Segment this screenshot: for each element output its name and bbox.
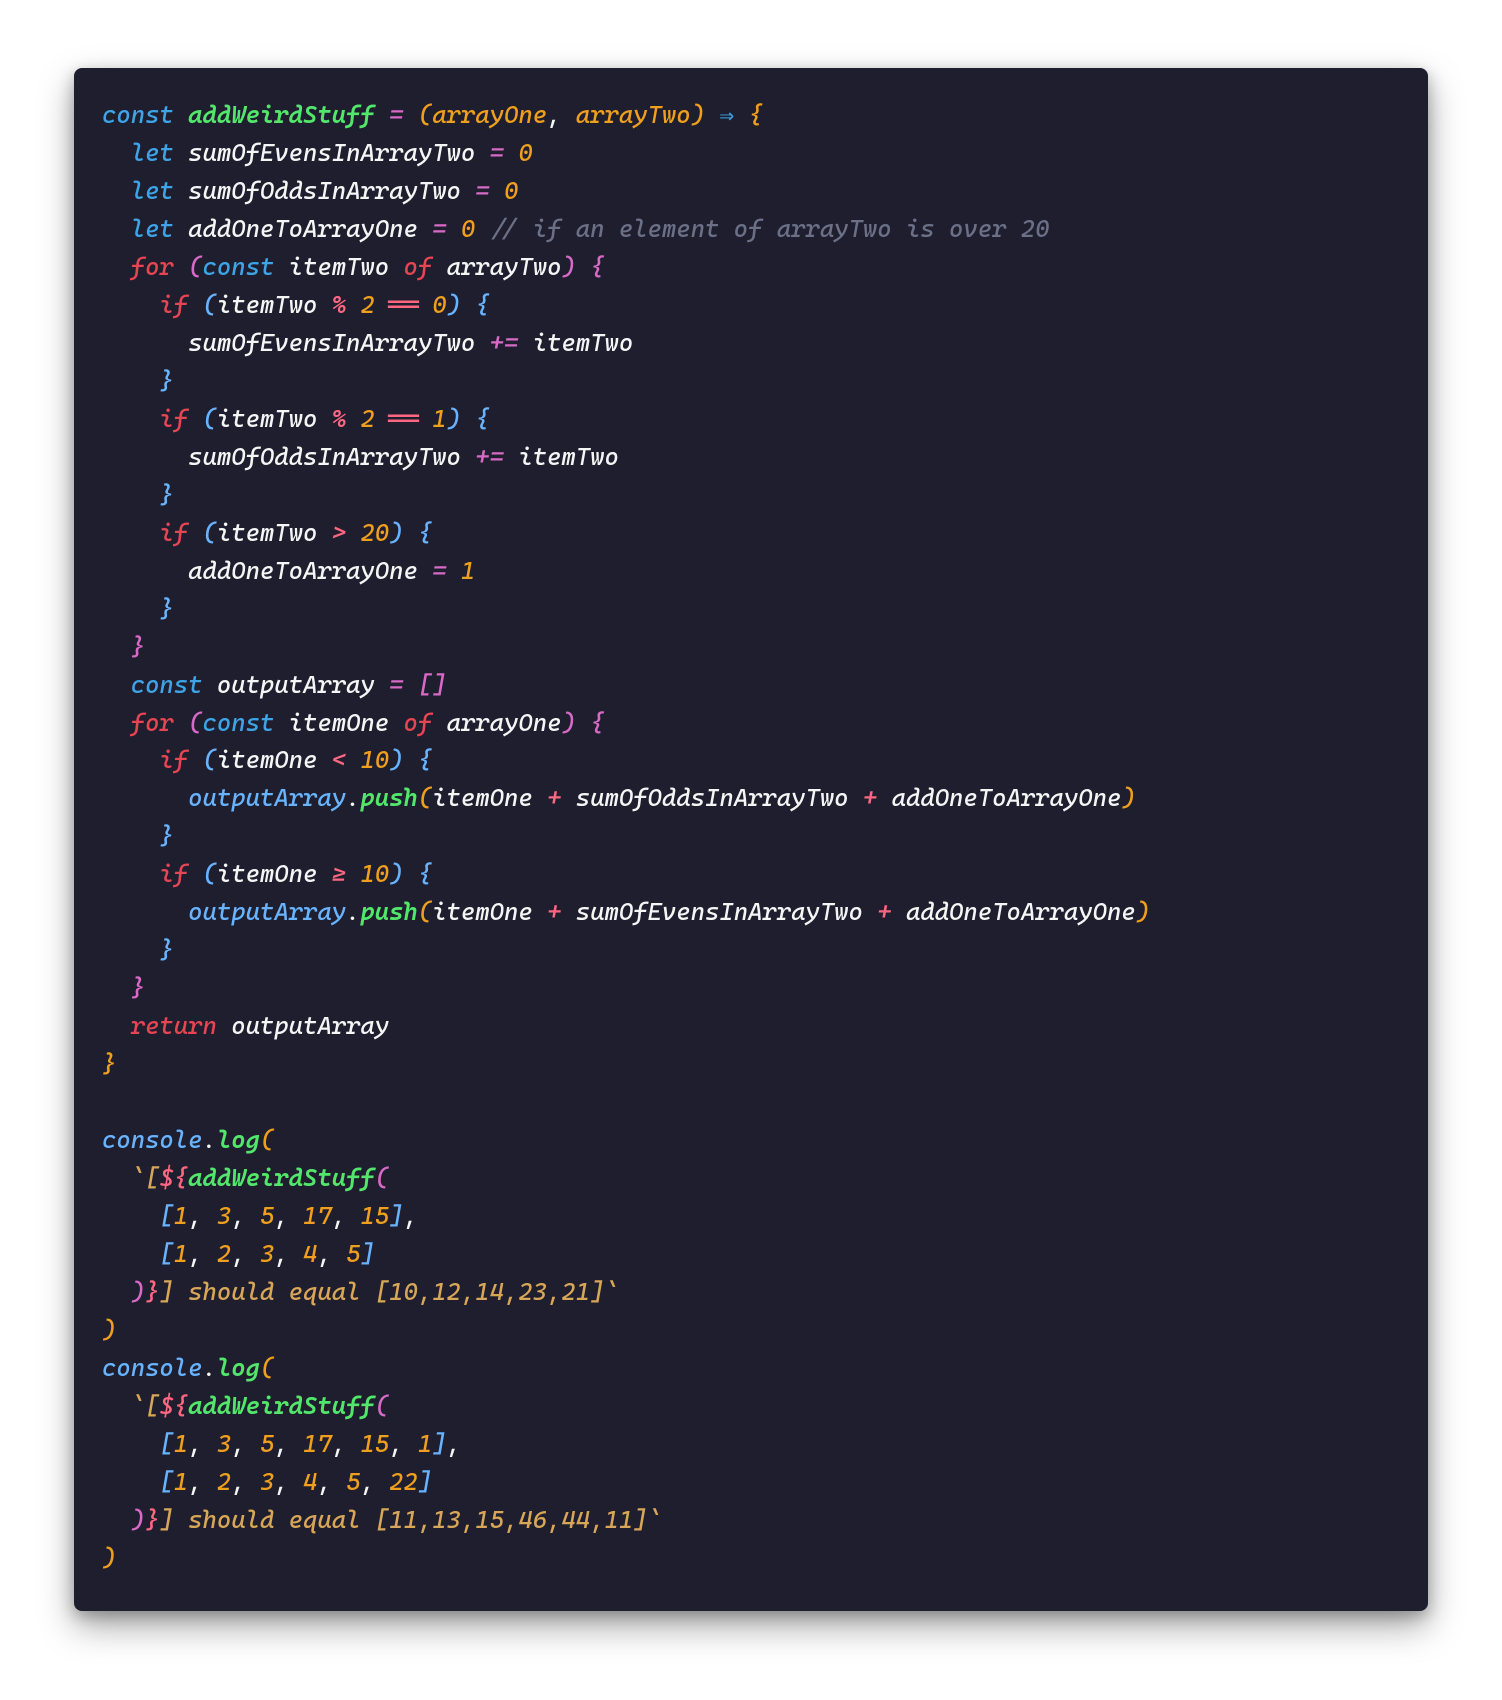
var-sumOdds: sumOfOddsInArrayTwo [188,176,461,205]
operator-assign: = [389,100,403,129]
code-block: const addWeirdStuff = (arrayOne, arrayTw… [102,96,1400,1577]
arrow-operator: ⇒ [719,100,734,129]
code-panel: const addWeirdStuff = (arrayOne, arrayTw… [74,68,1428,1611]
var-outputArray: outputArray [217,670,375,699]
operator-gte: ≥ [332,859,346,888]
method-log: log [217,1125,260,1154]
expected-1: should equal [10,12,14,23,21] [174,1277,605,1306]
var-addOne: addOneToArrayOne [188,214,418,243]
param-arrayTwo: arrayTwo [576,100,691,129]
stage: const addWeirdStuff = (arrayOne, arrayTw… [0,0,1502,1700]
param-arrayOne: arrayOne [432,100,547,129]
method-push: push [360,783,417,812]
keyword-const: const [102,100,174,129]
function-name: addWeirdStuff [188,100,375,129]
operator-strict-equal: ══ [389,290,418,319]
expected-2: should equal [11,13,15,46,44,11] [174,1505,648,1534]
comment: // if an element of arrayTwo is over 20 [490,214,1050,243]
console-object: console [102,1125,203,1154]
var-sumEvens: sumOfEvensInArrayTwo [188,138,475,167]
